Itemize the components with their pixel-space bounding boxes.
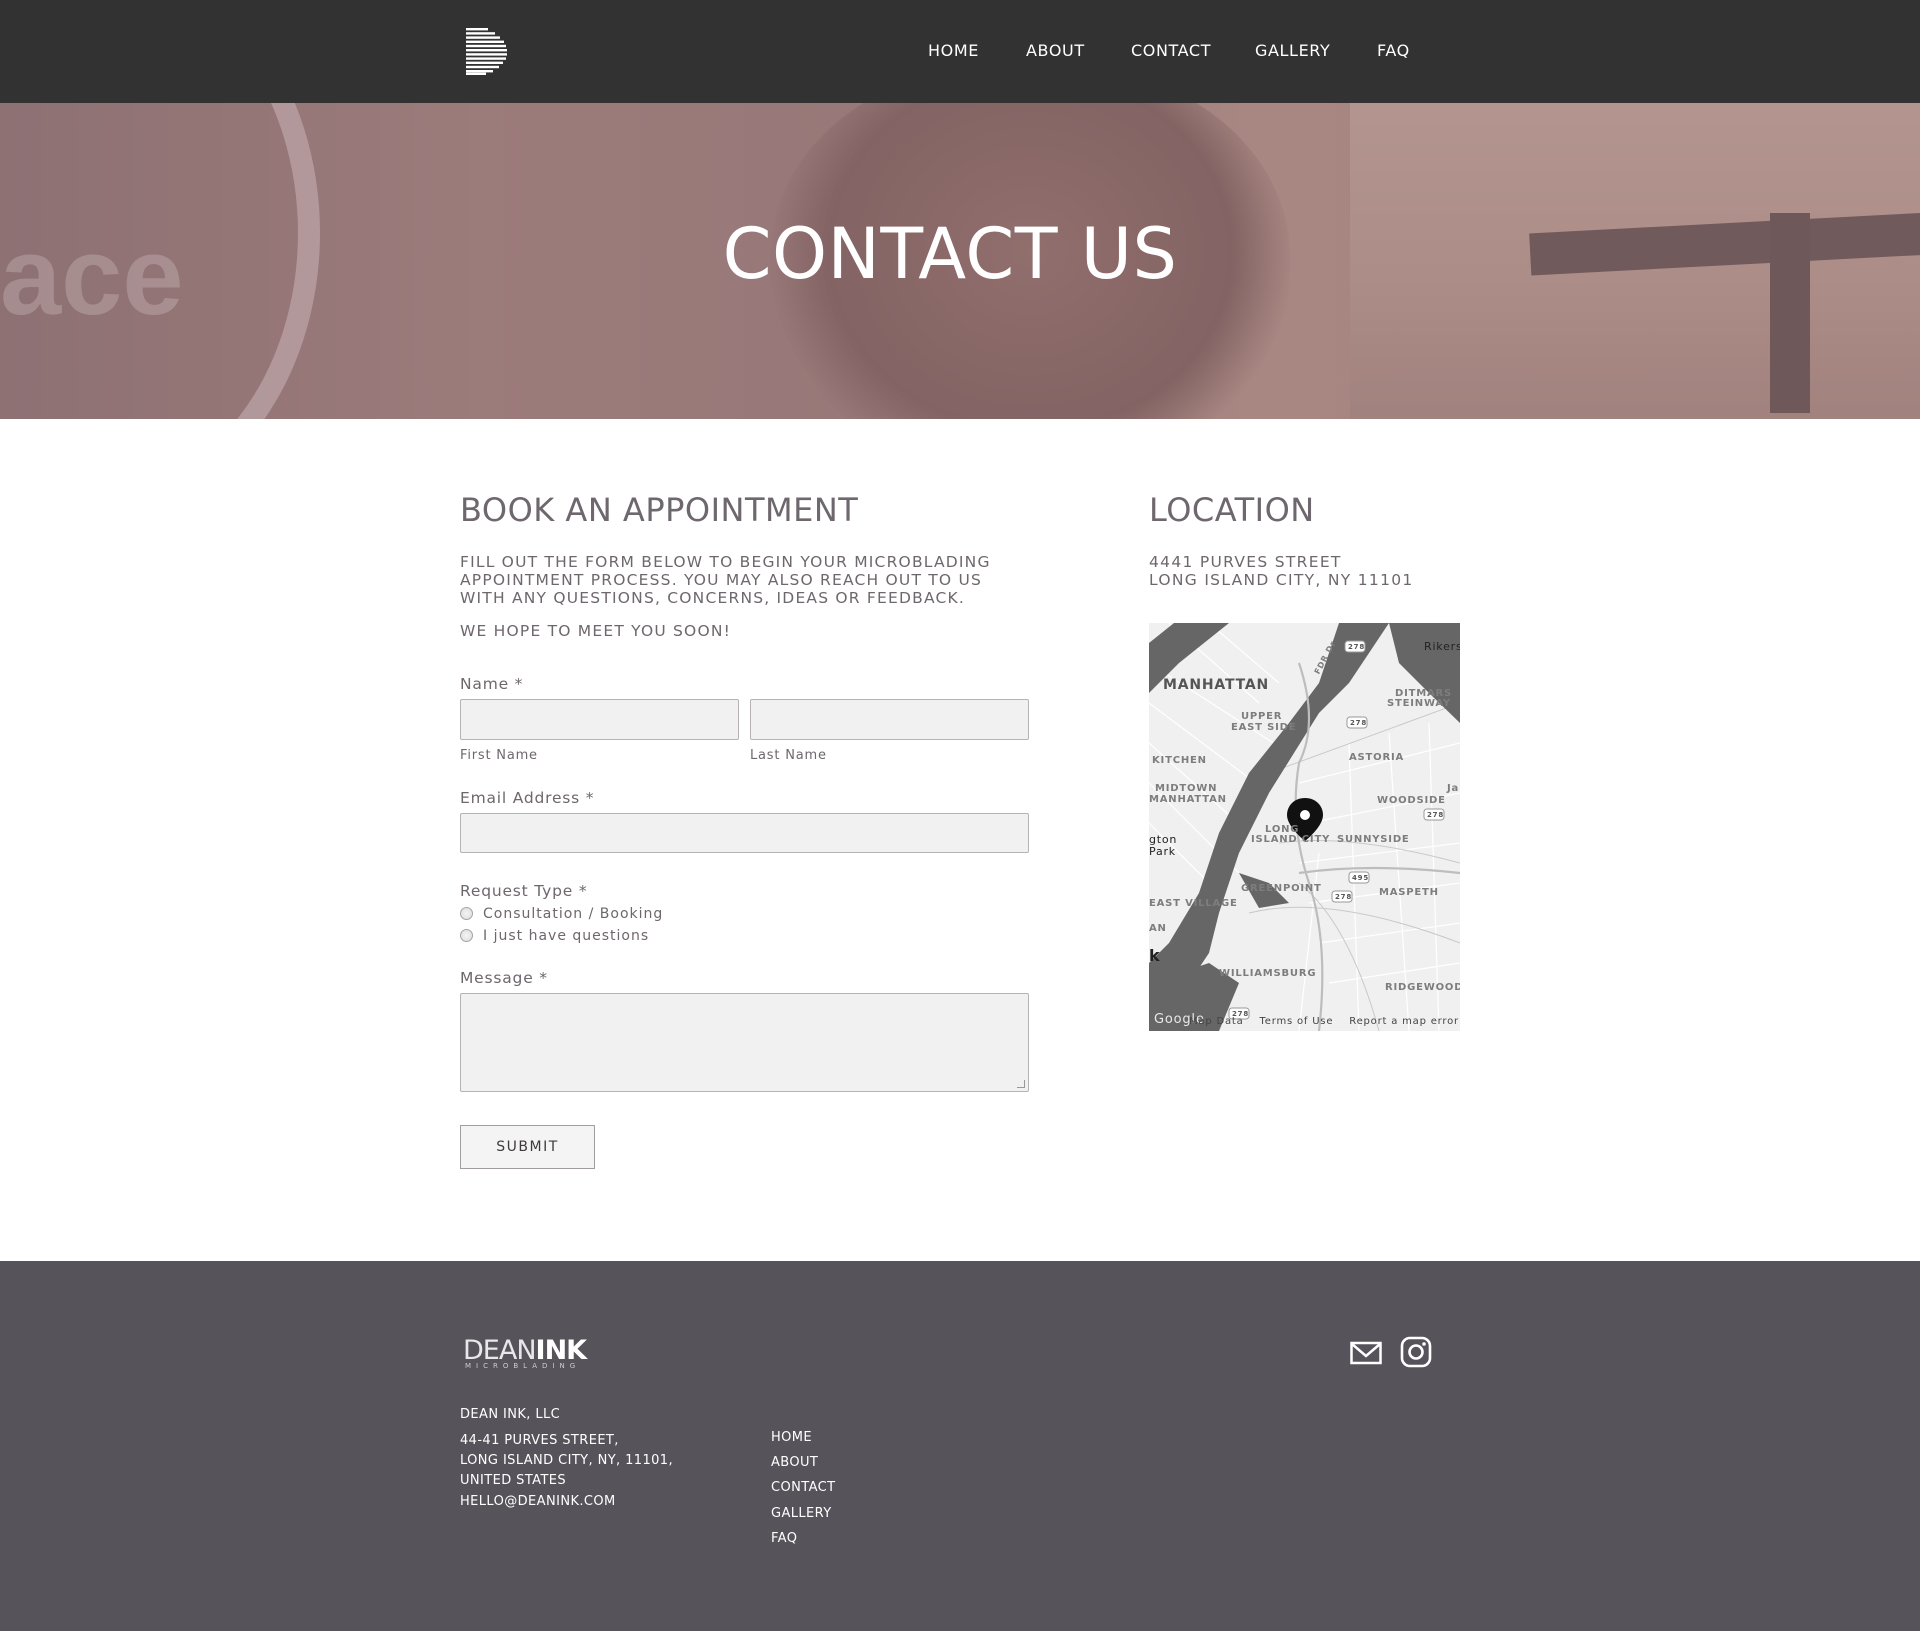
- booking-heading: BOOK AN APPOINTMENT: [460, 491, 859, 529]
- first-name-field[interactable]: [460, 699, 739, 740]
- booking-intro-line: WITH ANY QUESTIONS, CONCERNS, IDEAS OR F…: [460, 589, 966, 607]
- map-label: EAST VILLAGE: [1149, 898, 1238, 909]
- nav-contact[interactable]: CONTACT: [1131, 41, 1211, 60]
- consultation-radio-label[interactable]: Consultation / Booking: [483, 906, 663, 922]
- booking-closing: WE HOPE TO MEET YOU SOON!: [460, 622, 732, 640]
- map-label: SUNNYSIDE: [1337, 834, 1410, 845]
- booking-intro-line: FILL OUT THE FORM BELOW TO BEGIN YOUR MI…: [460, 553, 991, 571]
- site-footer: [0, 1261, 1920, 1631]
- map-label: RIDGEWOOD: [1385, 982, 1460, 993]
- map-route-shield: 278: [1350, 719, 1368, 727]
- instagram-icon[interactable]: [1400, 1336, 1432, 1368]
- map-label: MIDTOWN: [1155, 783, 1218, 794]
- map-label: Ja: [1447, 783, 1460, 794]
- map-label: KITCHEN: [1152, 755, 1207, 766]
- footer-address-line: LONG ISLAND CITY, NY, 11101,: [460, 1453, 674, 1468]
- booking-intro: FILL OUT THE FORM BELOW TO BEGIN YOUR MI…: [460, 553, 1020, 607]
- request-type-label: Request Type *: [460, 882, 588, 900]
- email-label: Email Address *: [460, 789, 595, 807]
- main-nav: HOME ABOUT CONTACT GALLERY FAQ: [0, 0, 1920, 103]
- nav-faq[interactable]: FAQ: [1377, 41, 1410, 60]
- hero-banner: ace CONTACT US: [0, 103, 1920, 419]
- booking-intro-line: APPOINTMENT PROCESS. YOU MAY ALSO REACH …: [460, 571, 983, 589]
- submit-button[interactable]: SUBMIT: [460, 1125, 595, 1169]
- nav-about[interactable]: ABOUT: [1026, 41, 1085, 60]
- map-label: ISLAND CITY: [1251, 834, 1331, 845]
- footer-link-faq[interactable]: FAQ: [771, 1531, 797, 1546]
- map-label: MANHATTAN: [1149, 794, 1227, 805]
- map-terms-link[interactable]: Terms of Use: [1260, 1016, 1334, 1027]
- footer-link-contact[interactable]: CONTACT: [771, 1480, 835, 1495]
- map-route-shield: 278: [1427, 811, 1445, 819]
- questions-radio[interactable]: [460, 929, 473, 942]
- map-route-shield: 495: [1352, 874, 1370, 882]
- map-label: WOODSIDE: [1377, 795, 1446, 806]
- map-label: AN: [1149, 923, 1167, 934]
- footer-link-home[interactable]: HOME: [771, 1430, 812, 1445]
- location-address: 4441 PURVES STREET LONG ISLAND CITY, NY …: [1149, 553, 1414, 589]
- map-label-manhattan: MANHATTAN: [1163, 677, 1270, 693]
- mail-icon[interactable]: [1350, 1341, 1382, 1365]
- last-name-sublabel: Last Name: [750, 748, 827, 763]
- first-name-sublabel: First Name: [460, 748, 538, 763]
- questions-radio-label[interactable]: I just have questions: [483, 928, 649, 944]
- map-label: k: [1149, 946, 1161, 965]
- footer-email-link[interactable]: HELLO@DEANINK.COM: [460, 1494, 616, 1509]
- textarea-resize-handle[interactable]: [1017, 1080, 1025, 1088]
- map-report-link[interactable]: Report a map error: [1349, 1016, 1459, 1027]
- footer-company: DEAN INK, LLC: [460, 1407, 561, 1422]
- consultation-radio[interactable]: [460, 907, 473, 920]
- map-label: STEINWAY: [1387, 698, 1451, 709]
- nav-gallery[interactable]: GALLERY: [1255, 41, 1330, 60]
- email-field[interactable]: [460, 813, 1029, 853]
- address-line-2: LONG ISLAND CITY, NY 11101: [1149, 571, 1414, 589]
- map-label: ASTORIA: [1349, 752, 1405, 763]
- message-textarea[interactable]: [460, 993, 1029, 1092]
- name-label: Name *: [460, 675, 524, 693]
- map-label: MASPETH: [1379, 887, 1439, 898]
- site-header: HOME ABOUT CONTACT GALLERY FAQ: [0, 0, 1920, 103]
- map-data-link[interactable]: Map Data: [1189, 1016, 1244, 1027]
- address-line-1: 4441 PURVES STREET: [1149, 553, 1342, 571]
- footer-link-about[interactable]: ABOUT: [771, 1455, 818, 1470]
- nav-home[interactable]: HOME: [928, 41, 979, 60]
- location-map[interactable]: MANHATTAN UPPER EAST SIDE DITMARS STEINW…: [1149, 623, 1460, 1031]
- map-route-shield: 278: [1348, 643, 1366, 651]
- footer-address-line: UNITED STATES: [460, 1473, 567, 1488]
- map-label: Park: [1149, 845, 1176, 858]
- map-label: UPPER: [1241, 711, 1283, 722]
- map-route-shield: 278: [1335, 893, 1353, 901]
- map-footer: Map Data Terms of Use Report a map error: [1189, 1016, 1459, 1027]
- location-heading: LOCATION: [1149, 491, 1315, 529]
- footer-logo-tagline: MICROBLADING: [465, 1362, 581, 1370]
- last-name-field[interactable]: [750, 699, 1029, 740]
- map-label: GREENPOINT: [1241, 883, 1322, 894]
- message-label: Message *: [460, 969, 548, 987]
- footer-link-gallery[interactable]: GALLERY: [771, 1506, 832, 1521]
- footer-address-line: 44-41 PURVES STREET,: [460, 1433, 619, 1448]
- map-label: WILLIAMSBURG: [1219, 968, 1317, 979]
- page-title: CONTACT US: [722, 213, 1178, 295]
- map-label: Rikers: [1424, 640, 1460, 653]
- map-label: EAST SIDE: [1231, 722, 1297, 733]
